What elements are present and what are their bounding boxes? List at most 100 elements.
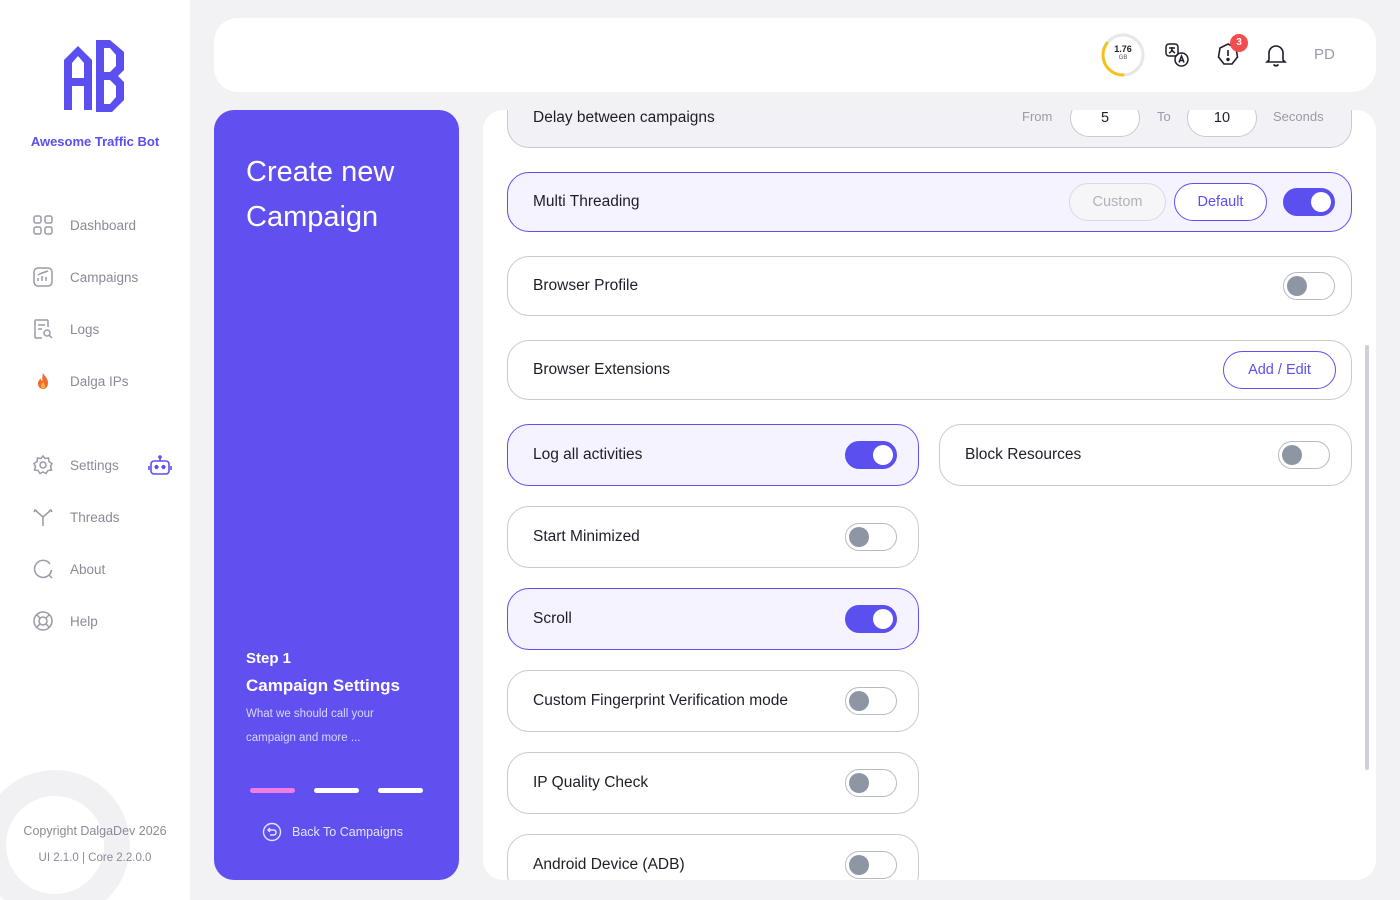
log-all-row: Log all activities bbox=[507, 424, 919, 486]
step-description: What we should call your campaign and mo… bbox=[246, 708, 374, 744]
nav-threads[interactable]: Threads bbox=[32, 505, 120, 529]
bell-icon[interactable] bbox=[1263, 42, 1289, 68]
delay-to-input[interactable]: 10 bbox=[1187, 110, 1257, 137]
dashboard-icon bbox=[32, 214, 54, 236]
settings-content: Delay between campaigns From 5 To 10 Sec… bbox=[483, 110, 1376, 880]
toggle-knob bbox=[873, 609, 893, 629]
nav-campaigns-label: Campaigns bbox=[70, 269, 139, 285]
block-resources-label: Block Resources bbox=[965, 446, 1082, 463]
toggle-knob bbox=[1287, 276, 1307, 296]
browser-profile-row: Browser Profile bbox=[507, 256, 1352, 316]
logs-icon bbox=[32, 318, 54, 340]
threads-icon bbox=[32, 506, 54, 528]
log-all-toggle[interactable] bbox=[845, 441, 897, 469]
about-icon bbox=[32, 558, 54, 580]
help-icon bbox=[32, 610, 54, 632]
start-minimized-toggle[interactable] bbox=[845, 523, 897, 551]
app-logo bbox=[64, 40, 124, 112]
android-device-label: Android Device (ADB) bbox=[533, 856, 685, 873]
ram-usage-gauge[interactable]: 1.76 GB bbox=[1100, 32, 1146, 78]
ip-quality-row: IP Quality Check bbox=[507, 752, 919, 814]
start-minimized-row: Start Minimized bbox=[507, 506, 919, 568]
custom-fingerprint-toggle[interactable] bbox=[845, 687, 897, 715]
user-avatar[interactable]: PD bbox=[1314, 46, 1335, 63]
nav-dalga-ips-label: Dalga IPs bbox=[70, 373, 129, 389]
back-icon bbox=[262, 822, 282, 842]
multi-threading-label: Multi Threading bbox=[533, 193, 640, 210]
wizard-title: Create new Campaign bbox=[246, 156, 395, 233]
nav-help[interactable]: Help bbox=[32, 609, 98, 633]
log-all-label: Log all activities bbox=[533, 446, 643, 463]
custom-button[interactable]: Custom bbox=[1069, 183, 1166, 221]
add-edit-extensions-button[interactable]: Add / Edit bbox=[1223, 351, 1336, 389]
ram-unit: GB bbox=[1118, 55, 1128, 61]
nav-logs[interactable]: Logs bbox=[32, 317, 99, 341]
android-device-row: Android Device (ADB) bbox=[507, 834, 919, 880]
start-minimized-label: Start Minimized bbox=[533, 528, 640, 545]
back-to-campaigns-link[interactable]: Back To Campaigns bbox=[262, 822, 403, 842]
robot-icon[interactable] bbox=[148, 455, 172, 477]
step-number: Step 1 bbox=[246, 650, 292, 667]
nav-help-label: Help bbox=[70, 613, 98, 629]
custom-fingerprint-row: Custom Fingerprint Verification mode bbox=[507, 670, 919, 732]
nav-about[interactable]: About bbox=[32, 557, 105, 581]
top-header: 1.76 GB 3 PD bbox=[214, 18, 1376, 92]
scroll-toggle[interactable] bbox=[845, 605, 897, 633]
delay-label: Delay between campaigns bbox=[533, 110, 715, 126]
gear-icon bbox=[32, 454, 54, 476]
sidebar: Awesome Traffic Bot Dashboard Campaigns … bbox=[0, 0, 190, 900]
browser-extensions-row: Browser Extensions Add / Edit bbox=[507, 340, 1352, 400]
scroll-label: Scroll bbox=[533, 610, 572, 627]
nav-settings-label: Settings bbox=[70, 457, 119, 473]
android-device-toggle[interactable] bbox=[845, 851, 897, 879]
delay-to-label: To bbox=[1157, 110, 1171, 124]
step-name: Campaign Settings bbox=[246, 676, 400, 695]
toggle-knob bbox=[873, 445, 893, 465]
toggle-knob bbox=[849, 855, 869, 875]
ip-quality-label: IP Quality Check bbox=[533, 774, 649, 791]
step-indicator-3 bbox=[378, 788, 423, 793]
scroll-row: Scroll bbox=[507, 588, 919, 650]
toggle-knob bbox=[1311, 192, 1331, 212]
multi-threading-row: Multi Threading Custom Default bbox=[507, 172, 1352, 232]
block-resources-row: Block Resources bbox=[939, 424, 1352, 486]
nav-dashboard[interactable]: Dashboard bbox=[32, 213, 136, 237]
ip-quality-toggle[interactable] bbox=[845, 769, 897, 797]
step-indicator-1 bbox=[250, 788, 295, 793]
nav-logs-label: Logs bbox=[70, 321, 100, 337]
delay-from-input[interactable]: 5 bbox=[1070, 110, 1140, 137]
custom-fingerprint-label: Custom Fingerprint Verification mode bbox=[533, 692, 789, 709]
nav-campaigns[interactable]: Campaigns bbox=[32, 265, 138, 289]
multi-threading-toggle[interactable] bbox=[1283, 188, 1335, 216]
wizard-panel: Create new Campaign Step 1 Campaign Sett… bbox=[214, 110, 459, 880]
toggle-knob bbox=[849, 773, 869, 793]
content-scrollbar[interactable] bbox=[1365, 345, 1369, 770]
step-indicator-2 bbox=[314, 788, 359, 793]
toggle-knob bbox=[849, 691, 869, 711]
delay-row: Delay between campaigns From 5 To 10 Sec… bbox=[507, 110, 1352, 148]
nav-about-label: About bbox=[70, 561, 106, 577]
toggle-knob bbox=[849, 527, 869, 547]
back-label: Back To Campaigns bbox=[292, 825, 403, 839]
ram-usage-text: 1.76 GB bbox=[1100, 45, 1146, 63]
campaigns-icon bbox=[32, 266, 54, 288]
nav-dalga-ips[interactable]: Dalga IPs bbox=[32, 369, 129, 393]
delay-unit-label: Seconds bbox=[1273, 110, 1324, 124]
default-button[interactable]: Default bbox=[1174, 183, 1267, 221]
ram-value: 1.76 bbox=[1114, 44, 1132, 54]
nav-threads-label: Threads bbox=[70, 509, 120, 525]
copyright-text: Copyright DalgaDev 2026 bbox=[23, 824, 167, 838]
browser-profile-toggle[interactable] bbox=[1283, 272, 1335, 300]
alert-count-badge: 3 bbox=[1230, 34, 1248, 52]
version-text: UI 2.1.0 | Core 2.2.0.0 bbox=[38, 852, 152, 864]
block-resources-toggle[interactable] bbox=[1278, 441, 1330, 469]
fire-icon bbox=[32, 370, 54, 392]
browser-profile-label: Browser Profile bbox=[533, 277, 639, 294]
browser-extensions-label: Browser Extensions bbox=[533, 361, 670, 378]
delay-from-label: From bbox=[1022, 110, 1053, 124]
brand-name: Awesome Traffic Bot bbox=[30, 134, 160, 149]
nav-dashboard-label: Dashboard bbox=[70, 217, 137, 233]
translate-icon[interactable] bbox=[1164, 42, 1190, 68]
toggle-knob bbox=[1282, 445, 1302, 465]
nav-settings[interactable]: Settings bbox=[32, 453, 119, 477]
